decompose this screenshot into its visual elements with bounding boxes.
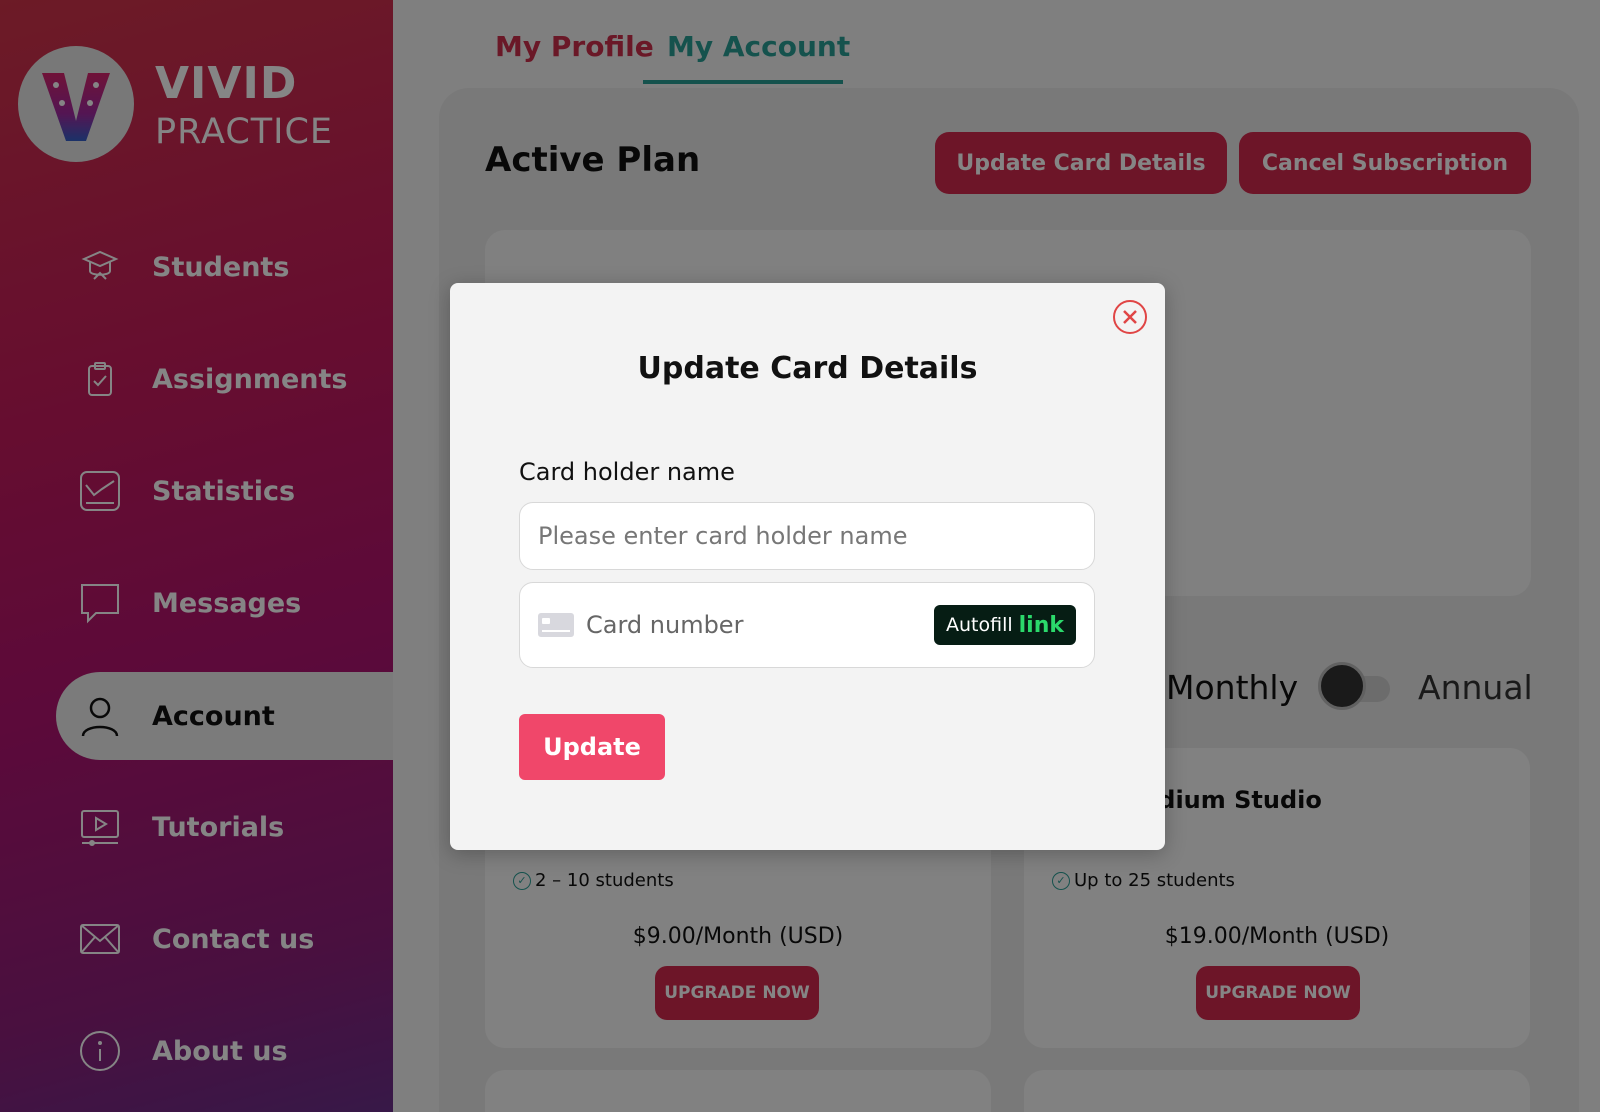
update-card-modal: Update Card Details Card holder name Car… xyxy=(450,283,1165,850)
card-holder-name-input[interactable] xyxy=(519,502,1095,570)
card-holder-name-label: Card holder name xyxy=(519,458,735,486)
modal-title: Update Card Details xyxy=(637,351,978,386)
credit-card-icon xyxy=(538,613,574,637)
autofill-link-button[interactable]: Autofill link xyxy=(934,605,1076,645)
link-brand-label: link xyxy=(1018,612,1064,638)
autofill-label: Autofill xyxy=(945,614,1013,636)
card-number-field[interactable]: Card number Autofill link xyxy=(519,582,1095,668)
card-number-placeholder: Card number xyxy=(586,611,744,639)
close-icon[interactable] xyxy=(1113,300,1147,334)
update-button[interactable]: Update xyxy=(519,714,665,780)
